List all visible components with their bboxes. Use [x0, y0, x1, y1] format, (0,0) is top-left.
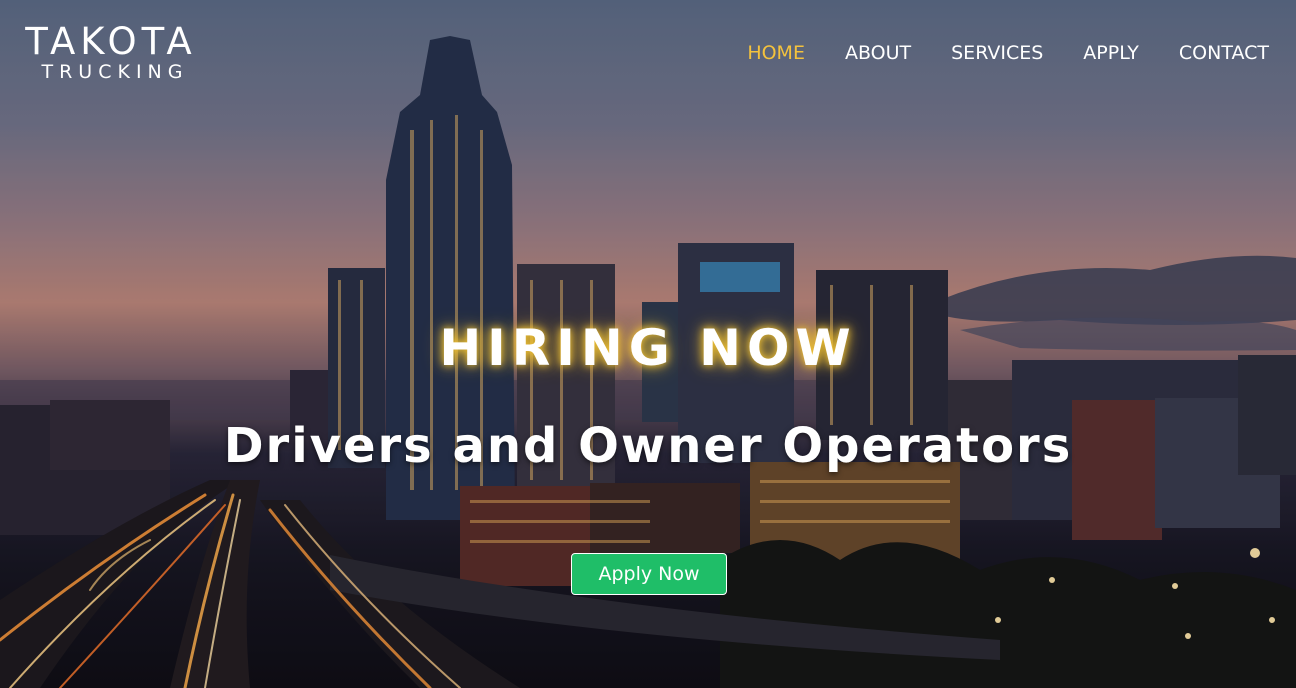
nav-item-about[interactable]: ABOUT [832, 40, 938, 68]
nav-item-apply[interactable]: APPLY [1070, 40, 1166, 68]
logo-subtitle: TRUCKING [41, 61, 189, 83]
nav-item-services[interactable]: SERVICES [938, 40, 1070, 68]
hero-subheadline: Drivers and Owner Operators [223, 418, 1073, 474]
main-nav: HOME ABOUT SERVICES APPLY CONTACT [734, 40, 1296, 68]
nav-item-home[interactable]: HOME [734, 40, 832, 68]
apply-now-button[interactable]: Apply Now [571, 553, 727, 595]
logo-title: TAKOTA [25, 20, 197, 63]
hero-section: TAKOTA TRUCKING HOME ABOUT SERVICES APPL… [0, 0, 1296, 688]
hero-headline: HIRING NOW [439, 319, 857, 377]
site-logo[interactable]: TAKOTA TRUCKING [14, 20, 208, 83]
nav-item-contact[interactable]: CONTACT [1166, 40, 1296, 68]
